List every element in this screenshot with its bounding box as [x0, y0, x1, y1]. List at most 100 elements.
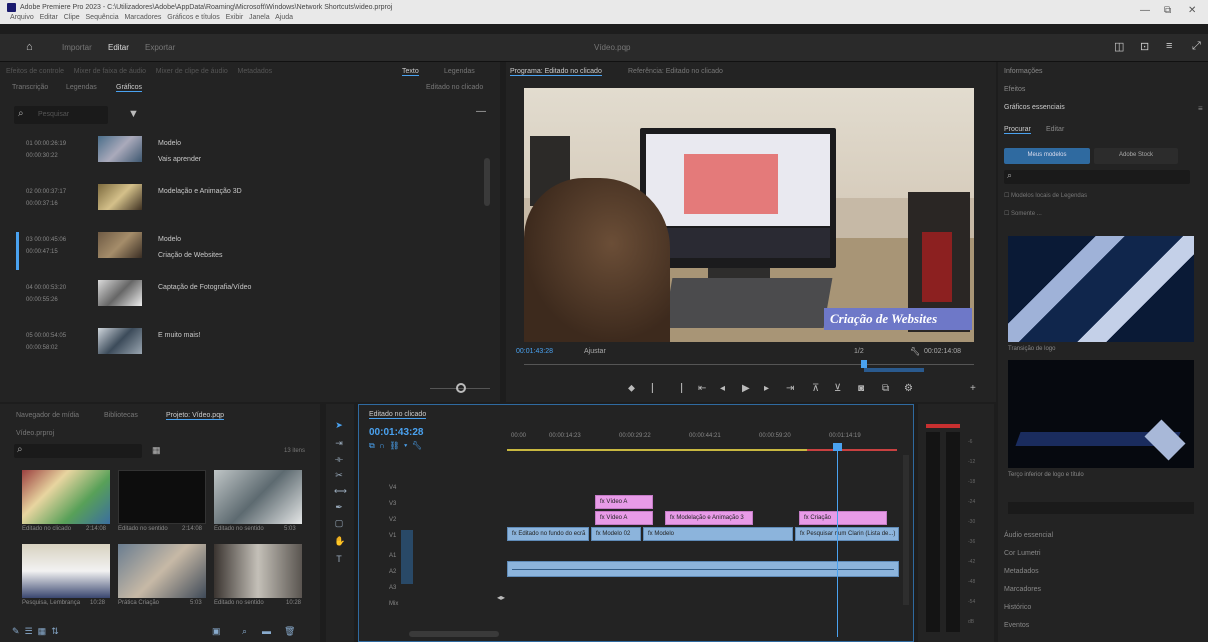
template-size-slider[interactable] — [1008, 502, 1194, 514]
timeline-vscrollbar[interactable] — [903, 455, 909, 605]
tab-libraries[interactable]: Bibliotecas — [104, 412, 138, 419]
pencil-icon[interactable]: ✎ — [12, 626, 20, 636]
timeline-playhead-handle[interactable] — [833, 443, 842, 451]
timeline-clip-v2[interactable]: fx Vídeo A — [595, 511, 653, 525]
timeline-playhead[interactable] — [837, 447, 838, 637]
timeline-timecode[interactable]: 00:01:43:28 — [369, 427, 423, 438]
comparison-view-icon[interactable]: ⧉ — [882, 383, 889, 394]
nest-icon[interactable]: ⧉ — [369, 441, 375, 450]
type-tool-icon[interactable]: T — [334, 554, 344, 564]
template-thumbnail[interactable] — [1008, 236, 1194, 342]
timeline-clip-v3[interactable]: fx Vídeo A — [595, 495, 653, 509]
timeline-clip-v2[interactable]: fx Modelação e Animação 3 — [665, 511, 753, 525]
collapse-icon[interactable]: — — [476, 106, 486, 117]
panel-metadata[interactable]: Metadados — [1004, 568, 1039, 575]
panel-menu-icon[interactable]: ≡ — [1198, 104, 1203, 113]
ripple-edit-icon[interactable]: ⟛ — [334, 454, 344, 464]
workspace-tab-export[interactable]: Exportar — [145, 43, 175, 52]
track-select-icon[interactable]: ⇥ — [334, 438, 344, 448]
quick-export-icon[interactable]: ⊡ — [1140, 40, 1149, 53]
step-back-icon[interactable]: ◂ — [720, 383, 725, 394]
tab-reference[interactable]: Referência: Editado no clicado — [628, 68, 723, 75]
adobe-stock-button[interactable]: Adobe Stock — [1094, 148, 1178, 164]
new-bin-icon[interactable]: ▦ — [152, 445, 161, 456]
list-item[interactable]: 01 00:00:26:19 00:00:30:22 Modelo Vais apr… — [16, 132, 486, 176]
settings-wrench-icon[interactable]: 🔧︎ — [412, 441, 422, 450]
workspace-tab-import[interactable]: Importar — [62, 43, 92, 52]
project-thumb[interactable] — [214, 544, 302, 598]
mark-in-icon[interactable]: ⎸ — [652, 383, 662, 394]
list-item[interactable]: 03 00:00:45:06 00:00:47:15 Modelo Criação … — [16, 228, 486, 272]
tab-graficos[interactable]: Gráficos — [116, 84, 143, 92]
timeline-clip-v1[interactable]: fx Editado no fundo do ecrã — [507, 527, 589, 541]
extract-icon[interactable]: ⊻ — [834, 383, 841, 394]
icon-view-icon[interactable]: ▦ — [38, 626, 47, 636]
playhead-marker[interactable] — [861, 360, 867, 368]
lift-icon[interactable]: ⊼ — [812, 383, 819, 394]
filter-icon[interactable]: ▼ — [128, 108, 139, 120]
fit-dropdown[interactable]: Ajustar — [584, 348, 606, 355]
step-forward-icon[interactable]: ▸ — [764, 383, 769, 394]
add-marker-icon[interactable]: ⬥ — [628, 383, 635, 394]
tab-project[interactable]: Projeto: Vídeo.pqp — [166, 412, 224, 420]
list-item[interactable]: 02 00:00:37:17 00:00:37:16 Modelação e An… — [16, 180, 486, 224]
rectangle-icon[interactable]: ▢ — [334, 518, 344, 528]
checkbox-local-templates[interactable]: ☐ Modelos locais de Legendas — [1004, 192, 1087, 199]
menu-graficos[interactable]: Gráficos e títulos — [167, 14, 220, 21]
in-out-range[interactable] — [864, 368, 924, 372]
tab-legendas[interactable]: Legendas — [66, 84, 97, 91]
tab-sequence[interactable]: Editado no clicado — [369, 411, 427, 419]
scrollbar[interactable] — [484, 158, 490, 206]
menu-exibir[interactable]: Exibir — [226, 14, 244, 21]
tab-browse[interactable]: Procurar — [1004, 126, 1031, 134]
linked-icon[interactable]: ⛓ — [389, 441, 399, 450]
menu-arquivo[interactable]: Arquivo — [10, 14, 34, 21]
project-thumb[interactable] — [118, 544, 206, 598]
add-button-icon[interactable]: + — [970, 383, 976, 394]
find-icon[interactable]: ⌕ — [242, 626, 247, 637]
project-thumb[interactable] — [118, 470, 206, 524]
panel-markers[interactable]: Marcadores — [1004, 586, 1041, 593]
menu-janela[interactable]: Janela — [249, 14, 270, 21]
menu-marcadores[interactable]: Marcadores — [124, 14, 161, 21]
program-timecode[interactable]: 00:01:43:28 — [516, 348, 553, 355]
workspace-tab-edit[interactable]: Editar — [108, 43, 129, 52]
sort-icon[interactable]: ⇅ — [51, 626, 59, 636]
timeline-clip-v1[interactable]: fx Modelo — [643, 527, 793, 541]
fullscreen-icon[interactable]: ⤢ — [1192, 40, 1201, 53]
workspace-icon[interactable]: ◫ — [1114, 40, 1124, 53]
marker-icon[interactable]: ▾ — [404, 441, 407, 450]
menu-clipe[interactable]: Clipe — [64, 14, 80, 21]
close-button[interactable]: ✕ — [1188, 5, 1196, 16]
my-templates-button[interactable]: Meus modelos — [1004, 148, 1090, 164]
zoom-slider-handle[interactable] — [456, 383, 466, 393]
graphics-search-input[interactable]: ⌕ — [1004, 170, 1190, 184]
panel-info[interactable]: Informações — [1004, 68, 1043, 75]
list-view-icon[interactable]: ☰ — [25, 626, 33, 636]
checkbox-only[interactable]: ☐ Somente ... — [1004, 210, 1042, 217]
go-to-in-icon[interactable]: ⇤ — [698, 383, 706, 394]
mix-icon[interactable]: ◂▸ — [497, 593, 505, 602]
menu-icon[interactable]: ≡ — [1166, 40, 1172, 52]
tab-edit[interactable]: Editar — [1046, 126, 1064, 133]
go-to-out-icon[interactable]: ⇥ — [786, 383, 794, 394]
tab-media-browser[interactable]: Navegador de mídia — [16, 412, 79, 419]
panel-effects[interactable]: Efeitos — [1004, 86, 1025, 93]
tab-transcricao[interactable]: Transcrição — [12, 84, 48, 91]
project-thumb[interactable] — [214, 470, 302, 524]
project-thumb[interactable] — [22, 544, 110, 598]
export-frame-icon[interactable]: ◙ — [858, 383, 864, 394]
timeline-hscrollbar[interactable] — [409, 631, 499, 637]
slip-icon[interactable]: ⟷ — [334, 486, 347, 496]
wrench-icon[interactable]: 🔧︎ — [910, 347, 920, 356]
track-target-v1[interactable] — [401, 530, 413, 584]
menu-editar[interactable]: Editar — [40, 14, 58, 21]
project-search-input[interactable]: ⌕ — [14, 444, 142, 458]
pen-icon[interactable]: ✒ — [334, 502, 344, 512]
razor-icon[interactable]: ✂ — [334, 470, 344, 480]
project-thumb[interactable] — [22, 470, 110, 524]
tab-program[interactable]: Programa: Editado no clicado — [510, 68, 602, 76]
snap-icon[interactable]: ∩ — [379, 441, 385, 450]
menu-sequencia[interactable]: Sequência — [86, 14, 119, 21]
panel-essential-audio[interactable]: Áudio essencial — [1004, 532, 1053, 539]
